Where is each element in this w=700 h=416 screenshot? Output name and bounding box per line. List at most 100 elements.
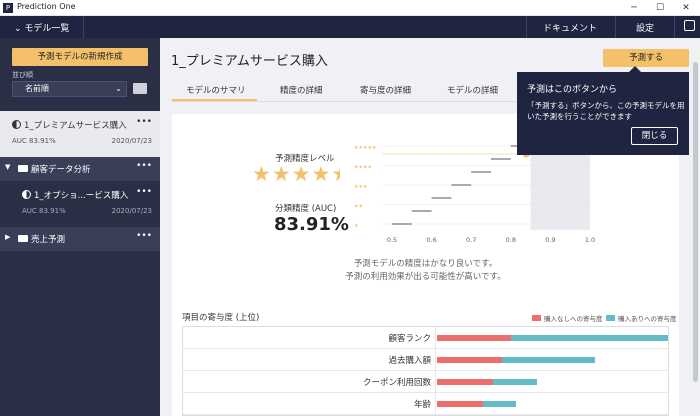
contribution-title: 項目の寄与度 (上位) [182,313,260,323]
documentation-link[interactable]: ドキュメント [543,21,597,34]
divider [83,16,84,38]
tab-contribution[interactable]: 寄与度の詳細 [360,84,411,96]
tab-summary[interactable]: モデルのサマリ [186,84,246,96]
contribution-label: クーポン利用回数 [362,378,431,388]
folder-sales-forecast[interactable]: ▶ 売上予測 ••• [0,227,160,251]
contribution-label: 年齢 [413,400,431,410]
legend-negative: 購入なしへの寄与度 [532,313,603,323]
divider [674,16,675,38]
auc-label: 分類精度 (AUC) [275,204,337,214]
maximize-icon[interactable]: ☐ [648,1,672,15]
negative-contribution-bar [437,357,502,363]
model-name: 1_オプショ...ービス購入 [34,191,129,201]
star-icon: ★ [252,162,272,186]
app-logo: P [3,3,13,13]
model-date: 2020/07/23 [111,207,152,215]
x-tick-label: 1.0 [585,236,595,244]
minimize-icon[interactable]: ─ [622,1,646,15]
chevron-down-icon: ⌄ [14,24,25,34]
legend-swatch [606,315,615,321]
cell-divider [435,327,436,349]
folder-icon [18,165,28,172]
legend-positive: 購入ありへの寄与度 [606,313,677,323]
model-name: 1_プレミアムサービス購入 [24,121,127,131]
chat-icon[interactable] [684,20,695,31]
contribution-table: 顧客ランク過去購入額クーポン利用回数年齢 [182,326,669,416]
star-icon: ★ [271,162,292,186]
model-list-menu[interactable]: ⌄ モデル一覧 [14,21,69,34]
contribution-row: クーポン利用回数 [183,371,668,393]
model-auc: AUC 83.91% [22,207,66,215]
tooltip-title: 予測はこのボタンから [527,85,618,95]
auc-value: 83.91% [274,214,349,235]
level-label: ★★★★★ [354,145,377,151]
accuracy-note-line1: 予測モデルの精度はかなり良いです。 [353,259,498,269]
scrollbar[interactable] [691,38,700,416]
contribution-label: 過去購入額 [388,356,431,366]
folder-customer-analysis[interactable]: ▼ 顧客データ分析 ••• [0,157,160,181]
settings-link[interactable]: 設定 [636,21,654,34]
more-icon[interactable]: ••• [136,231,152,241]
star-icon: ★ [311,162,332,186]
model-item-premium[interactable]: 1_プレミアムサービス購入 ••• AUC 83.91% 2020/07/23 [0,111,160,157]
level-label: ★★★★ [354,165,372,171]
x-tick-label: 0.5 [387,236,397,244]
negative-contribution-bar [437,401,484,407]
negative-contribution-bar [437,335,512,341]
half-star-icon: ★ [331,162,340,186]
cell-divider [435,371,436,393]
more-icon[interactable]: ••• [136,117,152,127]
negative-contribution-bar [437,379,493,385]
sort-select[interactable]: 名前順 ⌄ [12,81,127,97]
chevron-down-icon: ▼ [5,163,11,171]
chevron-down-icon: ⌄ [115,84,122,93]
predict-hint-tooltip: 予測はこのボタンから 「予測する」ボタンから、この予測モデルを用いた予測を行うこ… [517,66,689,155]
contribution-row: 過去購入額 [183,349,668,371]
more-icon[interactable]: ••• [136,187,152,197]
tooltip-close-button[interactable]: 閉じる [631,127,678,145]
level-label: ★★★ [354,184,368,190]
summary-panel: 予測精度レベル ★★★★★ 分類精度 (AUC) 83.91% ★★★★★★★★… [172,114,679,416]
contribution-row: 年齢 [183,393,668,415]
close-window-icon[interactable]: ✕ [674,1,698,15]
star-rating: ★★★★★ [252,162,340,186]
cell-divider [435,349,436,371]
window-title: Prediction One [17,2,76,11]
tab-accuracy[interactable]: 精度の詳細 [280,84,323,96]
folder-name: 売上予測 [31,235,66,245]
accuracy-note-line2: 予測の利用効果が出る可能性が高いです。 [345,272,506,282]
divider [615,16,616,38]
model-date: 2020/07/23 [111,137,152,145]
star-icon: ★ [291,162,312,186]
scrollbar-thumb[interactable] [693,62,698,382]
contribution-label: 顧客ランク [388,334,431,344]
top-navbar: ⌄ モデル一覧 ドキュメント 設定 [0,16,700,38]
model-status-icon [12,120,21,129]
x-tick-label: 0.7 [466,236,476,244]
model-auc: AUC 83.91% [12,137,56,145]
folder-icon [18,235,28,242]
folder-name: 顧客データ分析 [31,165,91,175]
positive-contribution-bar [501,357,595,363]
sidebar: 予測モデルの新規作成 並び順 名前順 ⌄ 1_プレミアムサービス購入 ••• A… [0,38,160,416]
cell-divider [435,393,436,415]
positive-contribution-bar [492,379,537,385]
x-tick-label: 0.9 [545,236,555,244]
more-icon[interactable]: ••• [136,161,152,171]
add-folder-icon[interactable] [133,83,147,94]
contribution-row: 顧客ランク [183,327,668,349]
sort-label: 並び順 [12,71,33,79]
divider [526,16,527,38]
level-label: ★ [354,223,359,229]
level-label: ★★ [354,204,363,210]
model-item-option[interactable]: 1_オプショ...ービス購入 ••• AUC 83.91% 2020/07/23 [0,181,160,227]
legend-swatch [532,315,541,321]
tab-model-details[interactable]: モデルの詳細 [447,84,498,96]
tooltip-arrow [629,66,641,72]
new-model-button[interactable]: 予測モデルの新規作成 [12,48,148,66]
predict-button[interactable]: 予測する [603,49,689,67]
positive-contribution-bar [511,335,668,341]
positive-contribution-bar [483,401,516,407]
page-title: 1_プレミアムサービス購入 [171,54,328,69]
window-titlebar: P Prediction One ─ ☐ ✕ [0,0,700,16]
